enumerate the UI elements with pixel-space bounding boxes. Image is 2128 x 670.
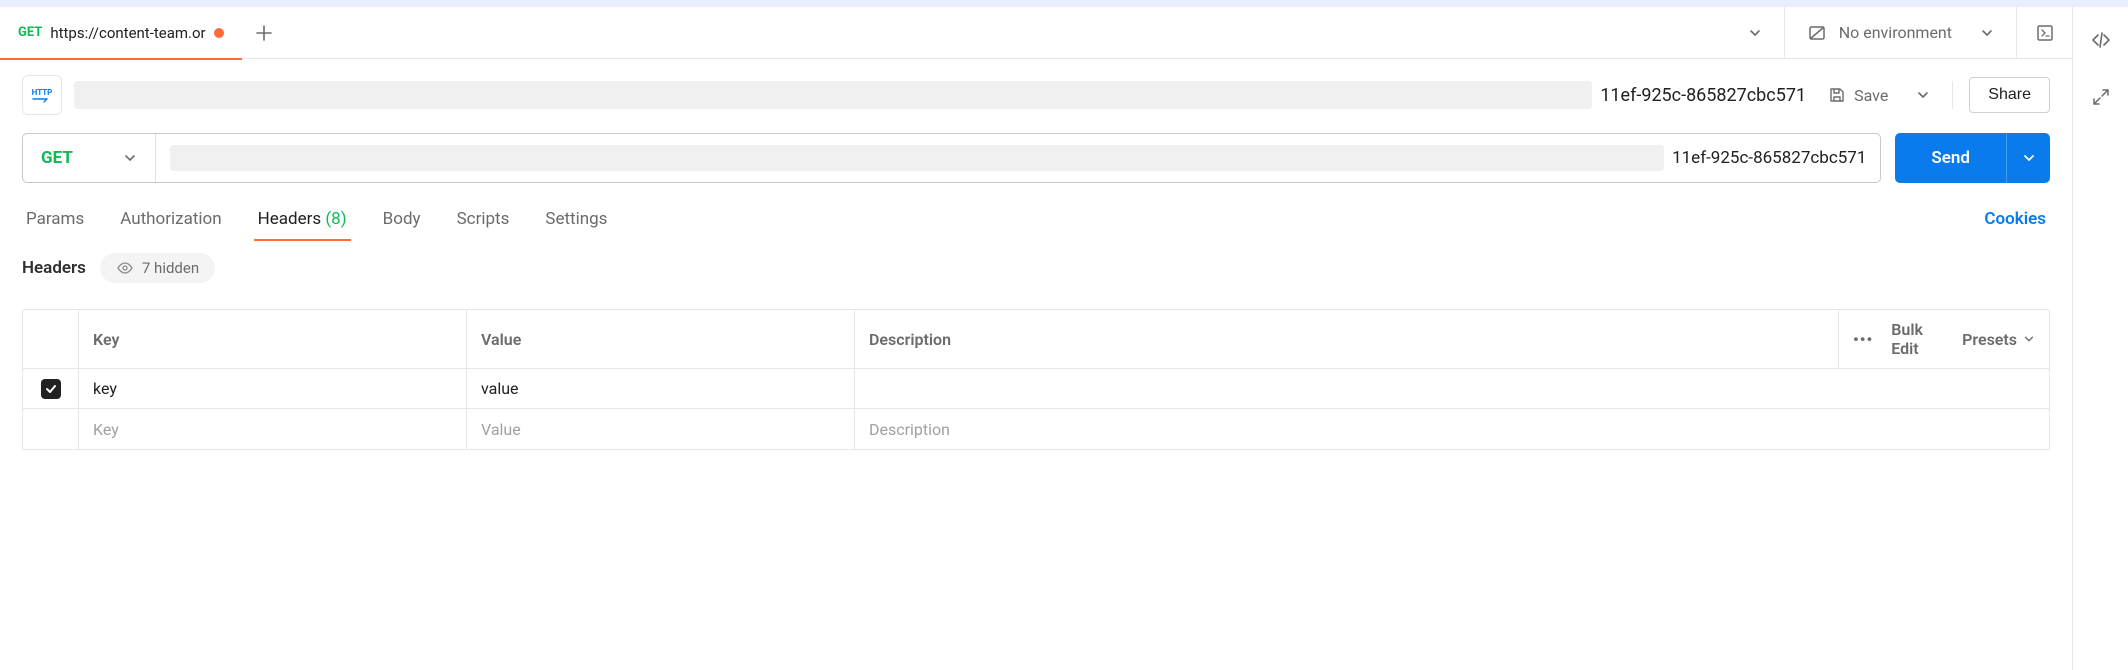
table-empty-row: Key Value Description	[23, 409, 2049, 449]
hidden-headers-toggle[interactable]: 7 hidden	[100, 253, 215, 283]
row-value-input[interactable]: value	[467, 369, 855, 408]
header-checkbox-col	[23, 310, 79, 368]
method-label: GET	[41, 148, 73, 168]
request-tab[interactable]: GET https://content-team.or	[0, 7, 242, 59]
table-header-row: Key Value Description ••• Bulk Edit Pres…	[23, 310, 2049, 369]
method-select[interactable]: GET	[23, 134, 156, 182]
url-redacted	[170, 145, 1664, 171]
chevron-down-icon	[2023, 333, 2035, 345]
send-button[interactable]: Send	[1895, 133, 2006, 183]
environment-label: No environment	[1839, 23, 1952, 42]
new-tab-button[interactable]	[242, 24, 286, 42]
hidden-count-label: 7 hidden	[142, 259, 199, 277]
unsaved-dot-icon	[214, 28, 224, 38]
send-button-group: Send	[1895, 133, 2050, 183]
save-icon	[1828, 86, 1846, 104]
chevron-down-icon	[123, 151, 137, 165]
tab-title: https://content-team.or	[50, 24, 205, 42]
chevron-down-icon	[1748, 26, 1762, 40]
code-icon	[2090, 29, 2112, 51]
expand-panel-button[interactable]	[2091, 87, 2111, 107]
tabs-dropdown[interactable]	[1726, 26, 1784, 40]
tab-authorization[interactable]: Authorization	[116, 201, 225, 241]
empty-desc-input[interactable]: Description	[855, 409, 2049, 449]
save-button[interactable]: Save	[1818, 78, 1898, 113]
headers-count: (8)	[325, 209, 346, 229]
title-redacted	[74, 81, 1592, 109]
save-label: Save	[1854, 86, 1888, 105]
row-checkbox[interactable]	[41, 379, 61, 399]
row-key-input[interactable]: key	[79, 369, 467, 408]
cookies-link[interactable]: Cookies	[1980, 201, 2050, 241]
plus-icon	[255, 24, 273, 42]
url-suffix: 11ef-925c-865827cbc571	[1672, 148, 1866, 168]
request-title[interactable]: 11ef-925c-865827cbc571	[74, 81, 1806, 109]
share-button[interactable]: Share	[1969, 77, 2050, 113]
share-label: Share	[1988, 86, 2031, 103]
no-environment-icon	[1807, 23, 1827, 43]
eye-icon	[116, 259, 134, 277]
send-label: Send	[1931, 148, 1970, 168]
header-desc-col: Description	[855, 310, 1839, 368]
header-actions: ••• Bulk Edit Presets	[1839, 310, 2049, 368]
more-icon[interactable]: •••	[1853, 330, 1873, 349]
environment-quicklook[interactable]	[2016, 7, 2072, 59]
http-icon: HTTP	[27, 84, 57, 106]
title-suffix: 11ef-925c-865827cbc571	[1600, 85, 1806, 106]
headers-table: Key Value Description ••• Bulk Edit Pres…	[22, 309, 2050, 450]
send-dropdown[interactable]	[2006, 133, 2050, 183]
tab-scripts[interactable]: Scripts	[453, 201, 514, 241]
table-row: key value	[23, 369, 2049, 409]
right-rail	[2072, 7, 2128, 670]
tab-body[interactable]: Body	[379, 201, 425, 241]
chevron-down-icon	[2022, 151, 2036, 165]
expand-icon	[2091, 87, 2111, 107]
bulk-edit-button[interactable]: Bulk Edit	[1891, 320, 1944, 358]
tab-bar: GET https://content-team.or No environme…	[0, 7, 2072, 59]
empty-value-input[interactable]: Value	[467, 409, 855, 449]
check-icon	[44, 382, 58, 396]
url-input[interactable]: 11ef-925c-865827cbc571	[156, 145, 1881, 171]
http-badge: HTTP	[22, 75, 62, 115]
chevron-down-icon	[1916, 88, 1930, 102]
empty-key-input[interactable]: Key	[79, 409, 467, 449]
url-bar: GET 11ef-925c-865827cbc571	[22, 133, 1881, 183]
tab-settings[interactable]: Settings	[541, 201, 611, 241]
svg-text:HTTP: HTTP	[32, 88, 53, 97]
tab-params[interactable]: Params	[22, 201, 88, 241]
header-value-col: Value	[467, 310, 855, 368]
headers-title: Headers	[22, 258, 86, 278]
row-desc-input[interactable]	[855, 369, 2049, 408]
code-panel-button[interactable]	[2090, 29, 2112, 51]
tab-headers[interactable]: Headers (8)	[254, 201, 351, 241]
header-key-col: Key	[79, 310, 467, 368]
save-dropdown[interactable]	[1910, 80, 1936, 110]
empty-checkbox[interactable]	[23, 409, 79, 449]
variables-icon	[2035, 23, 2055, 43]
presets-dropdown[interactable]: Presets	[1962, 330, 2035, 349]
environment-selector[interactable]: No environment	[1784, 7, 2016, 59]
chevron-down-icon	[1980, 26, 1994, 40]
tab-method: GET	[18, 25, 42, 40]
